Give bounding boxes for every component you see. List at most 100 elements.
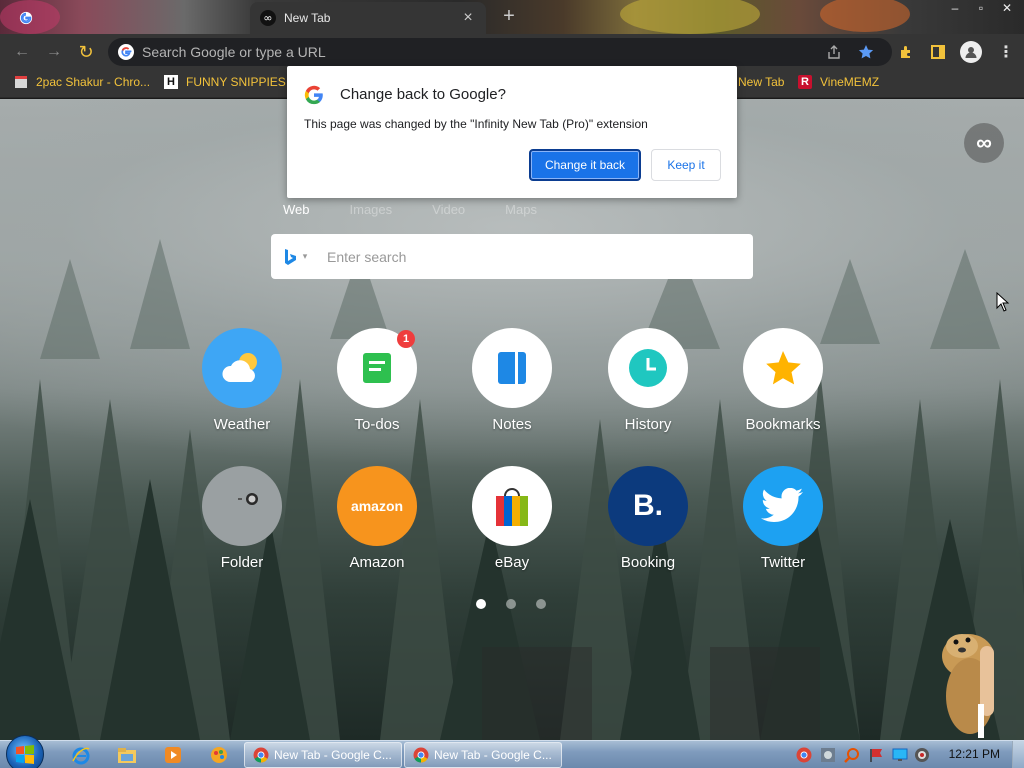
monitor-tray-icon[interactable] bbox=[892, 747, 908, 763]
bookmark-item[interactable]: H FUNNY SNIPPIES bbox=[164, 75, 286, 89]
page-dot[interactable] bbox=[536, 599, 546, 609]
app-booking[interactable]: B. Booking bbox=[593, 466, 703, 571]
task-label: New Tab - Google C... bbox=[434, 748, 552, 762]
back-button[interactable]: ← bbox=[12, 42, 32, 62]
tab-new-tab[interactable]: ∞ New Tab × bbox=[250, 2, 486, 34]
app-label: Bookmarks bbox=[745, 416, 821, 433]
search-engine-selector[interactable]: ▾ bbox=[271, 234, 319, 279]
volume-tray-icon[interactable] bbox=[914, 747, 930, 763]
app-label: History bbox=[624, 416, 672, 433]
windows-taskbar: New Tab - Google C... New Tab - Google C… bbox=[0, 735, 1024, 768]
ie-icon[interactable] bbox=[64, 743, 98, 767]
explorer-icon[interactable] bbox=[110, 743, 144, 767]
app-notes[interactable]: Notes bbox=[457, 328, 567, 433]
profile-avatar-icon[interactable] bbox=[960, 41, 982, 63]
todo-icon: 1 bbox=[337, 328, 417, 408]
titlebar-art bbox=[820, 0, 910, 32]
titlebar-art bbox=[620, 0, 760, 34]
h-letter-icon: H bbox=[164, 75, 178, 89]
app-amazon[interactable]: amazon Amazon bbox=[322, 466, 432, 571]
bookmark-label: FUNNY SNIPPIES bbox=[186, 75, 286, 89]
forward-button[interactable]: → bbox=[44, 42, 64, 62]
bookmark-star-icon[interactable] bbox=[856, 42, 876, 62]
window-controls: – ▫ ✕ bbox=[942, 0, 1020, 18]
start-button[interactable] bbox=[6, 735, 44, 768]
app-todos[interactable]: 1 To-dos bbox=[322, 328, 432, 433]
dialog-title: Change back to Google? bbox=[340, 86, 506, 103]
app-label: Twitter bbox=[760, 554, 806, 571]
mouse-cursor-icon bbox=[996, 292, 1010, 312]
app-label: Amazon bbox=[349, 554, 405, 571]
tab-maps[interactable]: Maps bbox=[505, 202, 537, 217]
title-bar: ∞ New Tab × + – ▫ ✕ bbox=[0, 0, 1024, 34]
tab-web[interactable]: Web bbox=[283, 202, 310, 217]
minimize-button[interactable]: – bbox=[942, 0, 968, 18]
show-desktop-button[interactable] bbox=[1012, 741, 1024, 768]
browser-toolbar: ← → ↻ Search Google or type a URL ⋮ bbox=[0, 34, 1024, 70]
bookmark-app-icon bbox=[14, 75, 28, 89]
reload-button[interactable]: ↻ bbox=[76, 42, 96, 62]
bookmark-label: 2pac Shakur - Chro... bbox=[36, 75, 151, 89]
booking-icon: B. bbox=[608, 466, 688, 546]
app-label: To-dos bbox=[354, 416, 400, 433]
app-ebay[interactable]: eBay bbox=[457, 466, 567, 571]
app-label: Weather bbox=[213, 416, 271, 433]
gear-tray-icon[interactable] bbox=[820, 747, 836, 763]
twitter-icon bbox=[743, 466, 823, 546]
tab-title: New Tab bbox=[284, 11, 331, 25]
app-label: Booking bbox=[620, 554, 676, 571]
infinity-icon: ∞ bbox=[260, 10, 276, 26]
notes-icon bbox=[472, 328, 552, 408]
booking-logo-text: B. bbox=[633, 489, 663, 522]
tab-images[interactable]: Images bbox=[350, 202, 393, 217]
app-folder[interactable]: Folder bbox=[187, 466, 297, 571]
taskbar-task-chrome[interactable]: New Tab - Google C... bbox=[404, 742, 562, 768]
google-icon bbox=[18, 10, 34, 26]
folder-icon bbox=[202, 466, 282, 546]
extensions-icon[interactable] bbox=[896, 42, 916, 62]
paint-icon[interactable] bbox=[202, 743, 236, 767]
close-tab-icon[interactable]: × bbox=[460, 10, 476, 26]
amazon-logo-text: amazon bbox=[350, 498, 404, 514]
side-panel-icon[interactable] bbox=[928, 42, 948, 62]
app-twitter[interactable]: Twitter bbox=[728, 466, 838, 571]
page-dot[interactable] bbox=[506, 599, 516, 609]
pagination-dots bbox=[476, 599, 566, 609]
windows-logo-icon bbox=[16, 745, 34, 764]
app-weather[interactable]: Weather bbox=[187, 328, 297, 433]
media-player-icon[interactable] bbox=[156, 743, 190, 767]
maximize-button[interactable]: ▫ bbox=[968, 0, 994, 18]
chrome-tray-icon[interactable] bbox=[796, 747, 812, 763]
bookmark-label: VineMEMZ bbox=[820, 75, 880, 89]
tab-video[interactable]: Video bbox=[432, 202, 465, 217]
bookmark-item[interactable]: 2pac Shakur - Chro... bbox=[14, 75, 150, 89]
clock[interactable]: 12:21 PM bbox=[949, 747, 1000, 761]
google-icon bbox=[118, 44, 134, 60]
search-input[interactable] bbox=[319, 248, 719, 265]
share-icon[interactable] bbox=[824, 42, 844, 62]
taskbar-task-chrome[interactable]: New Tab - Google C... bbox=[244, 742, 402, 768]
flag-tray-icon[interactable] bbox=[868, 747, 884, 763]
page-dot[interactable] bbox=[476, 599, 486, 609]
app-history[interactable]: History bbox=[593, 328, 703, 433]
address-bar-placeholder: Search Google or type a URL bbox=[142, 44, 326, 60]
menu-kebab-icon[interactable]: ⋮ bbox=[996, 42, 1016, 62]
desktop-mascot-image bbox=[942, 634, 994, 738]
google-icon bbox=[304, 85, 323, 105]
history-icon bbox=[608, 328, 688, 408]
keep-it-button[interactable]: Keep it bbox=[651, 149, 721, 181]
search-tray-icon[interactable] bbox=[844, 747, 860, 763]
chevron-down-icon: ▾ bbox=[302, 251, 308, 261]
address-bar[interactable]: Search Google or type a URL bbox=[108, 38, 892, 66]
tab-google-search[interactable] bbox=[8, 2, 248, 34]
change-it-back-button[interactable]: Change it back bbox=[529, 149, 641, 181]
app-bookmarks[interactable]: Bookmarks bbox=[728, 328, 838, 433]
dialog-description: This page was changed by the "Infinity N… bbox=[304, 117, 648, 131]
system-tray: 12:21 PM bbox=[794, 741, 1024, 768]
close-window-button[interactable]: ✕ bbox=[994, 0, 1020, 18]
infinity-settings-button[interactable]: ∞ bbox=[964, 123, 1004, 163]
new-tab-button[interactable]: + bbox=[498, 6, 520, 28]
svg-text:∞: ∞ bbox=[263, 12, 272, 25]
bookmark-item[interactable]: R VineMEMZ bbox=[798, 75, 879, 89]
app-label: Notes bbox=[492, 416, 532, 433]
